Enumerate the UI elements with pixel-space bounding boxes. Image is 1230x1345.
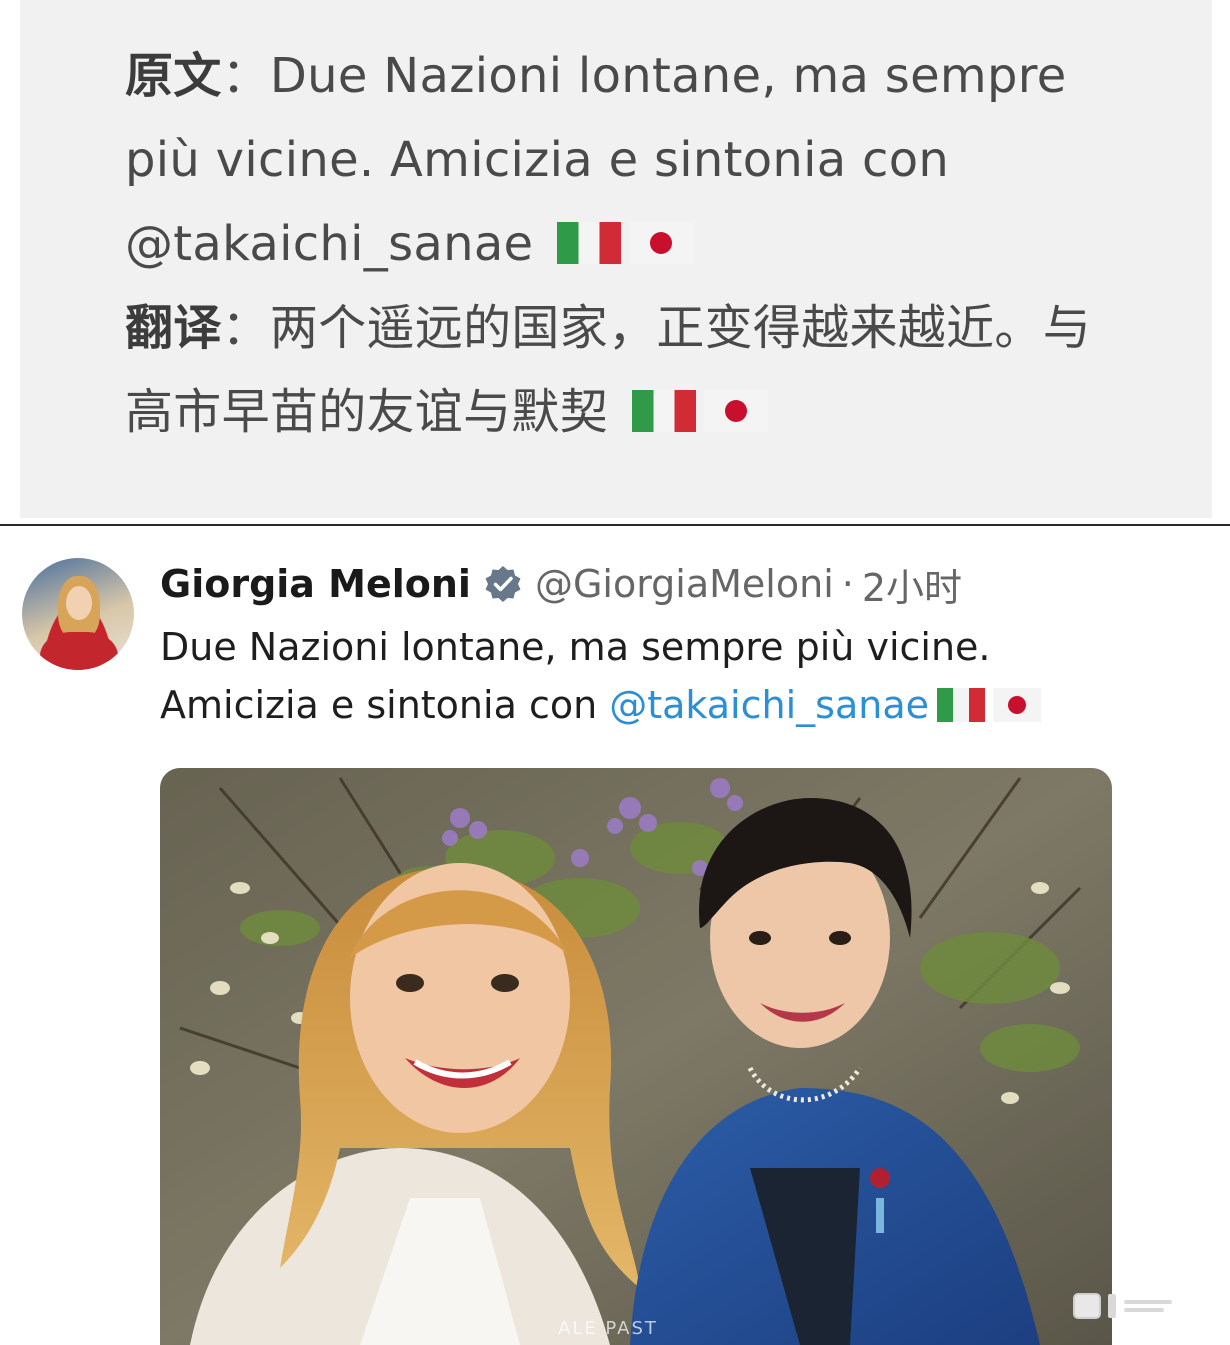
author-handle[interactable]: @GiorgiaMeloni <box>535 562 834 606</box>
translation-line: 翻译：两个遥远的国家，正变得越来越近。与高市早苗的友谊与默契 <box>125 286 1135 454</box>
japan-flag-icon <box>628 222 693 264</box>
japan-flag-icon <box>992 687 1041 722</box>
tweet-body-line2: Amicizia e sintonia con @takaichi_sanae <box>160 676 1160 734</box>
author-name[interactable]: Giorgia Meloni <box>160 562 471 606</box>
verified-badge-icon <box>485 566 521 602</box>
italy-flag-icon <box>936 687 985 722</box>
tweet-body-line1: Due Nazioni lontane, ma sempre più vicin… <box>160 625 991 669</box>
italy-flag-icon <box>631 390 696 432</box>
avatar[interactable] <box>22 558 134 670</box>
tweet-body-prefix: Amicizia e sintonia con <box>160 683 610 727</box>
japan-flag-icon <box>703 390 768 432</box>
mention-link[interactable]: @takaichi_sanae <box>609 683 929 727</box>
photo-watermark: ALE PAST <box>558 1318 658 1339</box>
avatar-face <box>66 586 92 620</box>
translation-label: 翻译 <box>125 300 222 356</box>
original-colon: ： <box>221 48 270 104</box>
translation-text: 原文：Due Nazioni lontane, ma sempre più vi… <box>125 34 1135 454</box>
original-label: 原文 <box>125 48 222 104</box>
avatar-jacket <box>40 632 118 670</box>
section-divider <box>0 524 1230 526</box>
photo-illustration <box>160 768 1112 1345</box>
translation-colon: ： <box>221 300 270 356</box>
translation-panel: 原文：Due Nazioni lontane, ma sempre più vi… <box>20 0 1212 518</box>
translation-body: 两个遥远的国家，正变得越来越近。与高市早苗的友谊与默契 <box>125 300 1092 440</box>
timestamp[interactable]: 2小时 <box>862 557 962 612</box>
tweet-photo[interactable] <box>160 768 1112 1345</box>
header-separator: · <box>841 562 854 606</box>
tweet-header: Giorgia Meloni @GiorgiaMeloni · 2小时 <box>160 556 962 612</box>
italy-flag-icon <box>556 222 621 264</box>
tweet-body: Due Nazioni lontane, ma sempre più vicin… <box>160 618 1160 734</box>
more-icon[interactable] <box>1068 1286 1208 1326</box>
original-line: 原文：Due Nazioni lontane, ma sempre più vi… <box>125 34 1135 286</box>
